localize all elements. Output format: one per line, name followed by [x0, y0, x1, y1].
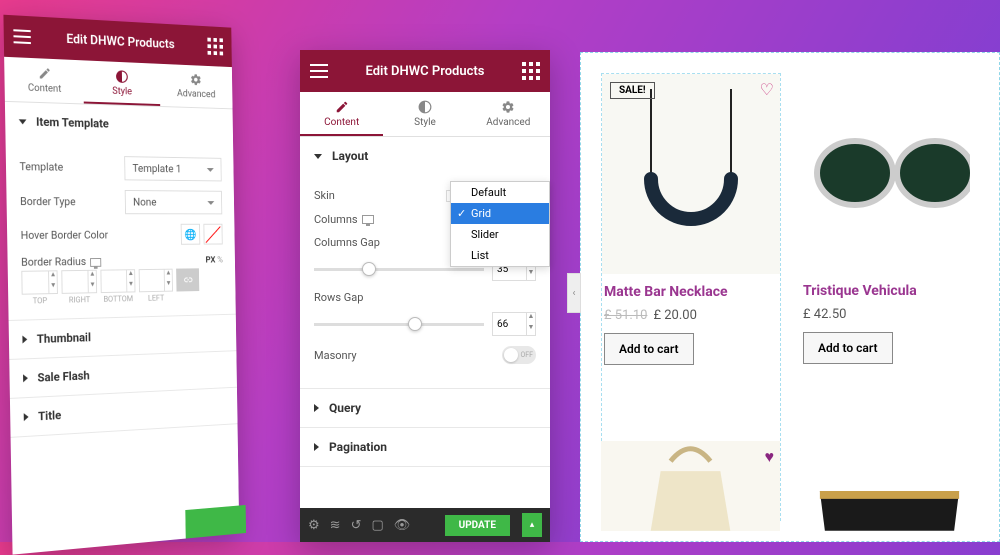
section-toggle[interactable]: Item Template: [5, 102, 233, 145]
radius-bottom[interactable]: ▲▼: [100, 269, 135, 293]
unit-switch[interactable]: PX %: [206, 255, 224, 265]
preview-icon[interactable]: 👁: [394, 518, 411, 533]
skin-option-grid[interactable]: Grid: [451, 203, 549, 224]
tabs: Content Style Advanced: [300, 92, 550, 137]
device-icon[interactable]: [90, 258, 101, 267]
pencil-icon: [38, 66, 52, 80]
update-options-button[interactable]: ▴: [522, 513, 542, 537]
pencil-icon: [335, 100, 349, 114]
product-price: £ 51.10£ 20.00: [604, 308, 778, 323]
chevron-down-icon: [19, 119, 27, 124]
navigator-icon[interactable]: ≋: [330, 518, 341, 533]
skin-option-list[interactable]: List: [451, 245, 549, 266]
collapse-handle[interactable]: ‹: [567, 273, 581, 313]
panel-title: Edit DHWC Products: [66, 32, 175, 52]
template-select[interactable]: Template 1: [124, 156, 222, 181]
contrast-icon: [418, 100, 432, 114]
preview-canvas: ‹ SALE! ♡ Matte Bar Necklace £ 51.10£ 20…: [580, 52, 1000, 542]
columns-gap-slider[interactable]: [314, 268, 484, 271]
border-type-label: Border Type: [20, 195, 76, 208]
radius-top[interactable]: ▲▼: [21, 270, 58, 294]
tab-style[interactable]: Style: [83, 60, 160, 106]
panel-title: Edit DHWC Products: [366, 64, 485, 79]
tab-content[interactable]: Content: [4, 57, 84, 104]
sunglasses-image: [810, 128, 970, 218]
tab-content[interactable]: Content: [300, 92, 383, 136]
product-image: SALE! ♡: [602, 74, 780, 274]
device-icon[interactable]: [362, 215, 374, 224]
product-price: £ 42.50: [803, 307, 977, 322]
product-image: [801, 73, 979, 273]
skin-label: Skin: [314, 189, 335, 202]
skin-option-default[interactable]: Default: [451, 182, 549, 203]
product-name[interactable]: Matte Bar Necklace: [604, 284, 778, 300]
link-icon: [182, 274, 193, 286]
responsive-icon[interactable]: ▢: [371, 518, 383, 533]
border-type-select[interactable]: None: [125, 190, 223, 214]
section-toggle[interactable]: Layout: [300, 137, 550, 175]
template-label: Template: [19, 160, 63, 174]
masonry-label: Masonry: [314, 349, 357, 362]
editor-panel-content: Edit DHWC Products Content Style Advance…: [300, 50, 550, 542]
update-strip: [185, 505, 246, 539]
wishlist-icon[interactable]: ♡: [760, 80, 774, 99]
chevron-down-icon: [207, 201, 214, 205]
editor-panel-style: Edit DHWC Products Content Style Advance…: [3, 15, 239, 555]
hover-border-label: Hover Border Color: [21, 228, 109, 241]
gear-icon: [190, 73, 202, 87]
necklace-image: [611, 89, 771, 259]
menu-icon[interactable]: [310, 64, 328, 78]
tab-style[interactable]: Style: [383, 92, 466, 136]
sale-badge: SALE!: [610, 82, 655, 99]
tab-advanced[interactable]: Advanced: [467, 92, 550, 136]
apps-icon[interactable]: [522, 62, 540, 80]
tabs: Content Style Advanced: [4, 57, 232, 110]
global-color-button[interactable]: 🌐: [181, 224, 201, 245]
radius-left[interactable]: ▲▼: [139, 269, 173, 293]
pouch-image: [800, 441, 979, 531]
section-pagination[interactable]: Pagination: [300, 428, 550, 466]
contrast-icon: [115, 70, 128, 84]
chevron-right-icon: [22, 335, 27, 343]
tab-advanced[interactable]: Advanced: [159, 64, 232, 109]
wishlist-icon[interactable]: ♥: [765, 447, 775, 467]
skin-option-slider[interactable]: Slider: [451, 224, 549, 245]
settings-icon[interactable]: ⚙: [308, 518, 320, 533]
section-layout: Layout Skin Default Grid Slider List Col…: [300, 137, 550, 389]
history-icon[interactable]: ↺: [351, 518, 362, 533]
chevron-right-icon: [314, 443, 319, 451]
panel-footer: ⚙ ≋ ↺ ▢ 👁 UPDATE ▴: [300, 508, 550, 542]
panel-header: Edit DHWC Products: [300, 50, 550, 92]
chevron-down-icon: [207, 168, 214, 172]
product-card[interactable]: [800, 441, 979, 531]
rows-gap-label: Rows Gap: [314, 291, 536, 304]
menu-icon[interactable]: [13, 29, 31, 44]
chevron-down-icon: [314, 154, 322, 159]
add-to-cart-button[interactable]: Add to cart: [604, 333, 694, 365]
product-name[interactable]: Tristique Vehicula: [803, 283, 977, 299]
border-radius-label: Border Radius: [21, 255, 86, 269]
chevron-right-icon: [24, 413, 29, 421]
rows-gap-slider[interactable]: [314, 323, 484, 326]
rows-gap-input[interactable]: ▲▼: [492, 312, 536, 336]
bag-image: [601, 441, 780, 531]
apps-icon[interactable]: [207, 38, 223, 56]
update-button[interactable]: UPDATE: [445, 515, 510, 536]
chevron-right-icon: [314, 404, 319, 412]
gear-icon: [501, 100, 515, 114]
section-item-template: Item Template Template Template 1 Border…: [5, 102, 236, 321]
columns-label: Columns: [314, 213, 358, 226]
color-picker[interactable]: [203, 224, 222, 245]
add-to-cart-button[interactable]: Add to cart: [803, 332, 893, 364]
radius-right[interactable]: ▲▼: [61, 270, 97, 294]
skin-dropdown: Default Grid Slider List: [450, 181, 550, 267]
masonry-toggle[interactable]: OFF: [502, 346, 536, 364]
product-card[interactable]: ♥: [601, 441, 780, 531]
chevron-right-icon: [23, 374, 28, 382]
section-query[interactable]: Query: [300, 389, 550, 427]
link-values-button[interactable]: [176, 268, 199, 291]
